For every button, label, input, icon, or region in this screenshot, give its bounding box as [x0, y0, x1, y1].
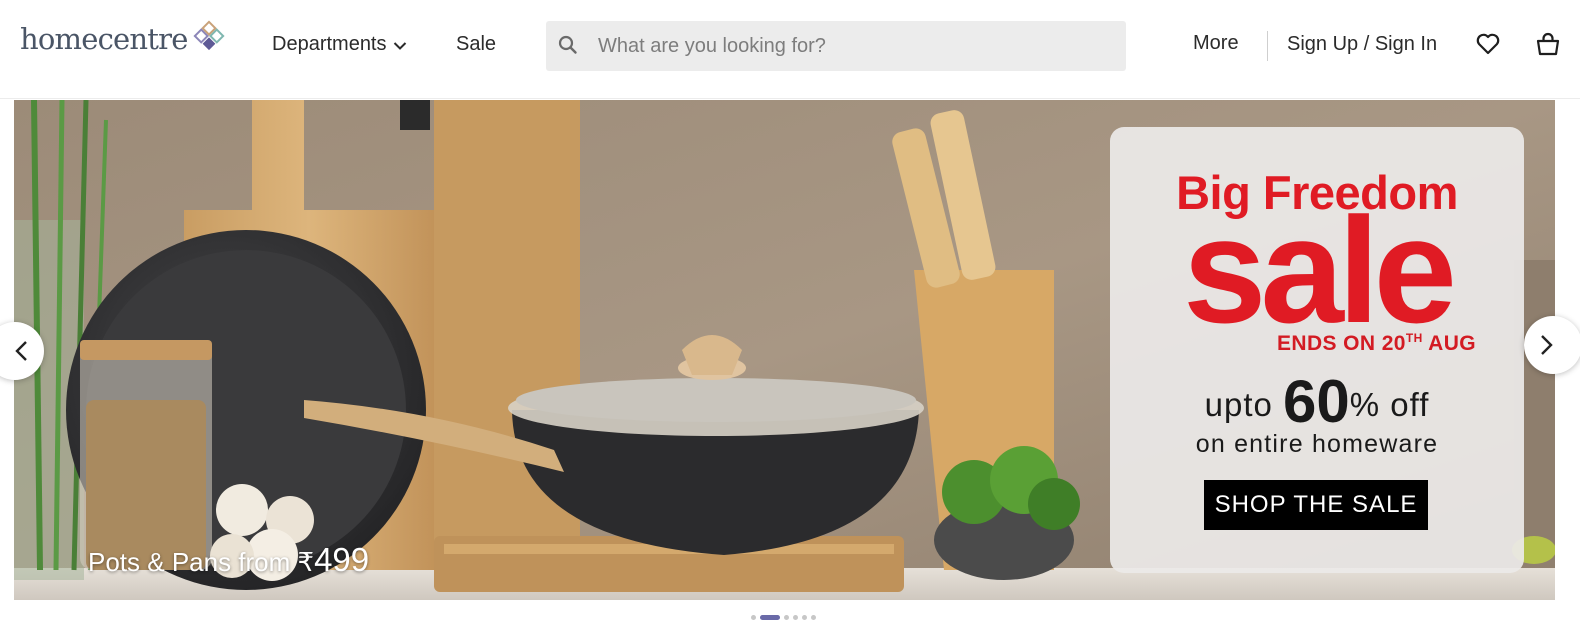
- promo-off: % off: [1349, 386, 1430, 423]
- carousel-dot[interactable]: [811, 615, 816, 620]
- caption-price: 499: [314, 541, 370, 578]
- chevron-left-icon: [15, 341, 27, 361]
- promo-card: Big Freedom sale ENDS ON 20TH AUG upto 6…: [1110, 127, 1524, 573]
- nav-more[interactable]: More: [1193, 32, 1239, 55]
- promo-upto: upto: [1204, 386, 1273, 423]
- ends-prefix: ENDS ON 20: [1277, 332, 1406, 355]
- logo-mark-icon: [193, 20, 225, 51]
- promo-discount: upto 60% off: [1110, 367, 1524, 436]
- chevron-down-icon: [393, 41, 406, 50]
- nav-divider: [1267, 31, 1268, 61]
- promo-sale-heading: sale: [1183, 186, 1457, 354]
- shop-the-sale-button[interactable]: SHOP THE SALE: [1204, 480, 1428, 530]
- pots-pans-caption[interactable]: Pots & Pans from ₹499: [88, 541, 369, 579]
- search-icon[interactable]: [558, 35, 578, 55]
- hero-banner[interactable]: Big Freedom sale ENDS ON 20TH AUG upto 6…: [14, 100, 1555, 600]
- nav-departments[interactable]: Departments: [272, 33, 407, 56]
- heart-icon[interactable]: [1475, 31, 1501, 57]
- carousel-dot[interactable]: [793, 615, 798, 620]
- shopping-bag-icon[interactable]: [1535, 31, 1561, 57]
- carousel-dot[interactable]: [802, 615, 807, 620]
- search-input[interactable]: [598, 21, 1108, 71]
- promo-subtitle: on entire homeware: [1195, 430, 1439, 458]
- caption-text: Pots & Pans from ₹: [88, 547, 315, 577]
- carousel-dots: [751, 615, 816, 620]
- ends-sup: TH: [1405, 331, 1423, 345]
- ends-suffix: AUG: [1422, 332, 1476, 355]
- site-header: homecentre Departments Sale More Sign Up…: [0, 0, 1580, 99]
- carousel-next-button[interactable]: [1524, 316, 1580, 374]
- nav-sale[interactable]: Sale: [456, 33, 496, 56]
- carousel-dot-active[interactable]: [760, 615, 780, 620]
- search-bar: [546, 21, 1126, 71]
- chevron-right-icon: [1541, 335, 1553, 355]
- homecentre-logo[interactable]: homecentre: [20, 20, 226, 56]
- nav-signin[interactable]: Sign Up / Sign In: [1287, 33, 1437, 56]
- carousel-dot[interactable]: [751, 615, 756, 620]
- logo-text: homecentre: [20, 22, 188, 56]
- promo-ends-date: ENDS ON 20TH AUG: [1277, 331, 1476, 356]
- nav-departments-label: Departments: [272, 33, 387, 55]
- promo-percent: 60: [1283, 368, 1350, 435]
- carousel-dot[interactable]: [784, 615, 789, 620]
